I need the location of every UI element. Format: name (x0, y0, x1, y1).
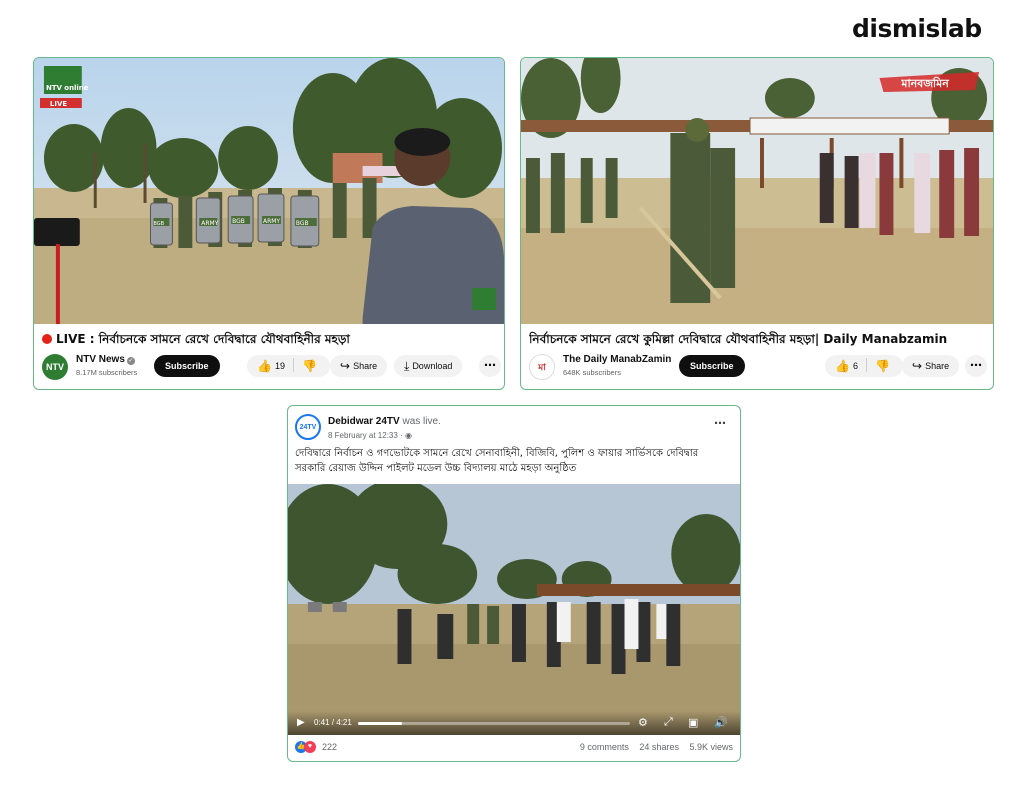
progress-fill (358, 722, 402, 725)
views-count: 5.9K views (689, 742, 733, 752)
download-icon: ⤓ (404, 359, 410, 373)
video-player-facebook[interactable]: ▶ 0:41 / 4:21 ⚙ ⤢ ▣ 🔊 (288, 484, 740, 735)
post-status: was live. (402, 416, 441, 427)
post-time-text: 8 February at 12:33 · (328, 431, 405, 440)
like-separator (865, 358, 867, 372)
channel-actions-row: মা The Daily ManabZamin 648K subscribers… (529, 352, 987, 382)
comments-count[interactable]: 9 comments (580, 742, 629, 752)
verified-icon: ✓ (126, 357, 135, 365)
fullscreen-icon[interactable]: ⤢ (664, 716, 673, 729)
youtube-card-manabzamin: মানবজমিন নির্বাচনকে সামনে রেখে কুমিল্লা … (520, 57, 994, 390)
settings-icon[interactable]: ⚙ (638, 716, 648, 729)
post-stats: 9 comments 24 shares 5.9K views (572, 742, 733, 752)
post-timestamp[interactable]: 8 February at 12:33 · ◉ (328, 431, 412, 440)
more-icon[interactable]: ⋯ (479, 355, 501, 377)
video-title: নির্বাচনকে সামনে রেখে কুমিল্লা দেবিদ্বার… (529, 332, 948, 346)
channel-name[interactable]: The Daily ManabZamin (563, 354, 671, 365)
share-label: Share (353, 361, 378, 371)
volume-icon[interactable]: 🔊 (714, 716, 728, 729)
video-controls: ▶ 0:41 / 4:21 ⚙ ⤢ ▣ 🔊 (288, 711, 740, 735)
dismislab-logo: dismislab (852, 14, 982, 43)
post-footer: 👍 ♥ 222 9 comments 24 shares 5.9K views (295, 740, 733, 758)
play-icon[interactable]: ▶ (297, 717, 305, 728)
share-icon: ↪ (340, 359, 351, 373)
video-frame-ntv: BGB ARMY BGB ARMY BGB NTV online LIVE (34, 58, 504, 324)
share-button[interactable]: ↪ Share (330, 355, 388, 377)
post-text: দেবিদ্বারে নির্বাচন ও গণভোটকে সামনে রেখে… (295, 448, 699, 474)
like-count: 6 (852, 361, 858, 371)
video-title-text: LIVE : নির্বাচনকে সামনে রেখে দেবিদ্বারে … (56, 332, 350, 346)
love-reaction-icon: ♥ (304, 741, 316, 753)
page-name[interactable]: Debidwar 24TV (328, 416, 400, 427)
shares-count[interactable]: 24 shares (639, 742, 679, 752)
like-icon[interactable]: 👍 (835, 355, 850, 377)
like-dislike-group[interactable]: 👍 19 👎 (247, 355, 330, 377)
dislike-icon[interactable]: 👎 (302, 355, 317, 377)
youtube-card-ntv: BGB ARMY BGB ARMY BGB NTV online LIVE LI… (33, 57, 505, 390)
like-separator (292, 358, 294, 372)
subscriber-count: 648K subscribers (563, 368, 621, 377)
live-badge-text: LIVE (50, 100, 67, 108)
share-icon: ↪ (912, 359, 923, 373)
post-author: Debidwar 24TV was live. (328, 416, 441, 427)
globe-icon: ◉ (404, 431, 412, 440)
ntv-watermark-text: NTV online (46, 84, 89, 92)
progress-track[interactable] (358, 722, 630, 725)
like-dislike-group[interactable]: 👍 6 👎 (825, 355, 903, 377)
facebook-post-card: 24TV Debidwar 24TV was live. 8 February … (287, 405, 741, 762)
video-time: 0:41 / 4:21 (314, 718, 352, 727)
subscriber-count: 8.17M subscribers (76, 368, 138, 377)
live-dot-icon (42, 334, 52, 344)
page-avatar[interactable]: 24TV (295, 414, 321, 440)
video-shield-label: ARMY (263, 218, 280, 225)
like-icon[interactable]: 👍 (257, 355, 272, 377)
subscribe-button[interactable]: Subscribe (154, 355, 220, 377)
more-icon[interactable]: ⋯ (965, 355, 987, 377)
channel-name-text: NTV News (76, 354, 125, 365)
pip-icon[interactable]: ▣ (688, 716, 698, 729)
channel-avatar[interactable]: মা (529, 354, 555, 380)
video-player-ntv[interactable]: BGB ARMY BGB ARMY BGB NTV online LIVE (34, 58, 504, 324)
subscribe-button[interactable]: Subscribe (679, 355, 745, 377)
video-shield-label: BGB (232, 218, 245, 225)
download-label: Download (412, 361, 453, 371)
more-icon[interactable]: ⋯ (714, 416, 726, 430)
video-title: LIVE : নির্বাচনকে সামনে রেখে দেবিদ্বারে … (42, 331, 496, 351)
channel-name[interactable]: NTV News ✓ (76, 354, 135, 365)
video-frame-manabzamin: মানবজমিন (521, 58, 993, 324)
like-count: 19 (274, 361, 285, 371)
share-label: Share (925, 361, 950, 371)
channel-actions-row: NTV NTV News ✓ 8.17M subscribers Subscrib… (42, 352, 501, 382)
download-button[interactable]: ⤓ Download (394, 355, 463, 377)
video-player-manabzamin[interactable]: মানবজমিন (521, 58, 993, 324)
channel-avatar[interactable]: NTV (42, 354, 68, 380)
dislike-icon[interactable]: 👎 (875, 355, 890, 377)
manabzamin-watermark-text: মানবজমিন (900, 76, 949, 90)
video-shield-label: ARMY (201, 220, 218, 227)
video-shield-label: BGB (153, 221, 164, 227)
share-button[interactable]: ↪ Share (902, 355, 960, 377)
video-frame-facebook (288, 484, 740, 735)
reaction-count[interactable]: 222 (322, 742, 337, 752)
video-shield-label: BGB (296, 220, 309, 227)
